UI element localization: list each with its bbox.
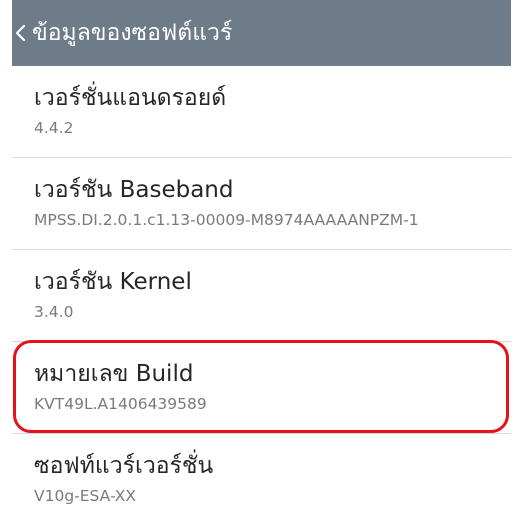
chevron-left-icon[interactable] <box>14 24 28 42</box>
kernel-version-label: เวอร์ชัน Kernel <box>34 269 192 295</box>
divider <box>12 433 511 434</box>
action-bar[interactable]: ข้อมูลของซอฟต์แวร์ <box>12 0 511 66</box>
list-item-software-version[interactable]: ซอฟท์แวร์เวอร์ชั่น V10g-ESA-XX <box>34 452 504 519</box>
baseband-version-value: MPSS.DI.2.0.1.c1.13-00009-M8974AAAAANPZM… <box>34 211 419 229</box>
list-item-android-version[interactable]: เวอร์ชั่นแอนดรอยด์ 4.4.2 <box>34 84 504 174</box>
kernel-version-value: 3.4.0 <box>34 303 74 321</box>
page-title: ข้อมูลของซอฟต์แวร์ <box>32 20 233 46</box>
divider <box>12 341 511 342</box>
divider <box>12 157 511 158</box>
baseband-version-label: เวอร์ชัน Baseband <box>34 177 234 203</box>
android-version-label: เวอร์ชั่นแอนดรอยด์ <box>34 85 227 111</box>
list-item-build-number[interactable]: หมายเลข Build KVT49L.A1406439589 <box>34 360 504 450</box>
android-version-value: 4.4.2 <box>34 119 74 137</box>
build-number-value: KVT49L.A1406439589 <box>34 395 207 413</box>
build-number-label: หมายเลข Build <box>34 361 194 387</box>
list-item-kernel-version[interactable]: เวอร์ชัน Kernel 3.4.0 <box>34 268 504 358</box>
list-item-baseband-version[interactable]: เวอร์ชัน Baseband MPSS.DI.2.0.1.c1.13-00… <box>34 176 504 266</box>
divider <box>12 249 511 250</box>
software-version-label: ซอฟท์แวร์เวอร์ชั่น <box>34 453 214 479</box>
software-version-value: V10g-ESA-XX <box>34 487 136 505</box>
software-info-screen: ข้อมูลของซอฟต์แวร์ เวอร์ชั่นแอนดรอยด์ 4.… <box>0 0 523 519</box>
